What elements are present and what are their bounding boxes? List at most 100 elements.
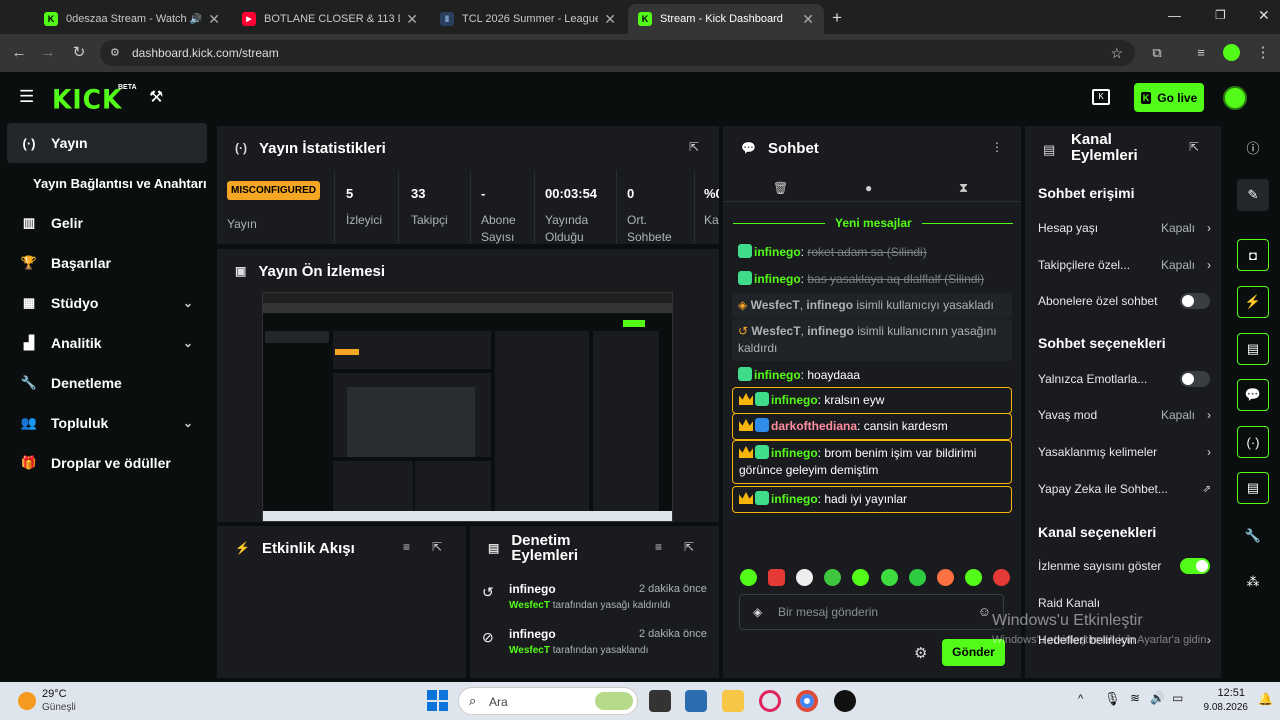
broadcast-icon[interactable]: (·) [1237, 426, 1269, 458]
go-live-button[interactable]: K Go live [1134, 83, 1204, 112]
speaker-icon[interactable]: 🔊 [190, 14, 202, 25]
browser-tab[interactable]: ǁ TCL 2026 Summer - Leaguepe ✕ [430, 4, 626, 34]
chat-message-highlighted[interactable]: infinego: hadi iyi yayınlar [732, 486, 1012, 513]
menu-kebab-icon[interactable]: ⋮ [1252, 42, 1274, 64]
weather-sun-icon[interactable] [18, 692, 36, 710]
hamburger-menu-icon[interactable]: ☰ [19, 87, 34, 107]
emote-icon[interactable] [852, 569, 870, 586]
taskbar-search[interactable]: ⌕ Ara [458, 687, 638, 715]
tools-hammer-icon[interactable]: ⚒ [149, 87, 163, 107]
emotes-only-row[interactable]: Yalnızca Emotlarla... [1038, 365, 1213, 393]
community-icon[interactable]: ⁂ [1237, 566, 1269, 598]
media-control-icon[interactable]: ≡ [1190, 42, 1212, 64]
subs-only-row[interactable]: Abonelere özel sohbet [1038, 287, 1213, 315]
close-tab-icon[interactable]: ✕ [802, 11, 814, 28]
sidebar-item-gelir[interactable]: ▥ Gelir [7, 203, 207, 243]
emote-icon[interactable] [964, 569, 982, 586]
extensions-icon[interactable]: ⧉ [1146, 42, 1168, 64]
banned-words-row[interactable]: Yasaklanmış kelimeler › [1038, 438, 1213, 466]
chrome-icon[interactable] [796, 690, 818, 712]
microphone-icon[interactable]: 🎙 [1104, 691, 1121, 707]
chat-message-highlighted[interactable]: infinego: kralsın eyw [732, 387, 1012, 414]
show-views-toggle[interactable] [1180, 558, 1210, 574]
emote-icon[interactable] [880, 569, 898, 586]
browser-tab[interactable]: K 0deszaa Stream - Watch Liv 🔊 ✕ [34, 4, 230, 34]
sidebar-item-topluluk[interactable]: 👥 Topluluk ⌄ [7, 403, 207, 443]
reload-icon[interactable]: ↻ [68, 42, 90, 64]
kick-logo[interactable]: KICK [52, 84, 122, 114]
wrench-icon[interactable]: 🔧 [1237, 520, 1269, 552]
url-field[interactable]: ⚙ dashboard.kick.com/stream ☆ [100, 40, 1135, 66]
file-explorer-icon[interactable] [722, 690, 744, 712]
show-views-row[interactable]: İzlenme sayısını göster [1038, 552, 1213, 580]
chat-bubble-icon[interactable]: 💬 [1237, 379, 1269, 411]
emote-icon[interactable] [936, 569, 954, 586]
emote-icon[interactable] [992, 569, 1010, 586]
edit-pencil-icon[interactable]: ✎ [1237, 179, 1269, 211]
close-tab-icon[interactable]: ✕ [604, 11, 616, 28]
user-avatar[interactable] [1223, 86, 1247, 110]
sidebar-item-droplar[interactable]: 🎁 Droplar ve ödüller [7, 443, 207, 483]
emotes-only-toggle[interactable] [1180, 371, 1210, 387]
chat-message[interactable]: infinego: roket adam sa (Silindi) [732, 240, 1012, 265]
more-options-icon[interactable]: ⋮ [991, 140, 1003, 154]
wifi-icon[interactable]: ≋ [1130, 691, 1140, 705]
sidebar-item-basarilar[interactable]: 🏆 Başarılar [7, 243, 207, 283]
chat-input[interactable]: ◈ Bir mesaj gönderin ☺ [739, 594, 1004, 630]
kick-mini-icon[interactable]: K [1092, 89, 1110, 105]
browser-tab-active[interactable]: K Stream - Kick Dashboard ✕ [628, 4, 824, 34]
close-window-icon[interactable]: ✕ [1258, 7, 1270, 24]
weather-temp[interactable]: 29°C [42, 688, 67, 700]
restore-icon[interactable]: ❐ [1215, 8, 1226, 22]
back-icon[interactable]: ← [8, 42, 30, 64]
lightning-icon[interactable]: ⚡ [1237, 286, 1269, 318]
task-view-icon[interactable] [649, 690, 671, 712]
popout-icon[interactable]: ⇱ [689, 140, 699, 154]
chat-message-highlighted[interactable]: infinego: brom benim işim var bildirimi … [732, 440, 1012, 484]
popout-icon[interactable]: ⇱ [684, 540, 694, 554]
document-icon[interactable]: ▤ [1237, 333, 1269, 365]
emote-icon[interactable] [768, 569, 786, 586]
ai-chat-row[interactable]: Yapay Zeka ile Sohbet... ⇗ [1038, 475, 1213, 503]
sidebar-item-analitik[interactable]: ▟ Analitik ⌄ [7, 323, 207, 363]
profile-avatar-icon[interactable] [1223, 44, 1240, 61]
emoji-icon[interactable]: ☺ [978, 604, 991, 619]
account-age-row[interactable]: Hesap yaşı Kapalı › [1038, 214, 1213, 242]
hourglass-icon[interactable]: ⧗ [959, 180, 968, 196]
notification-bell-icon[interactable]: 🔔 [1258, 692, 1273, 706]
popout-icon[interactable]: ⇱ [1189, 140, 1199, 154]
tray-chevron-icon[interactable]: ^ [1078, 693, 1083, 705]
chat-message-highlighted[interactable]: darkofthediana: cansin kardesm [732, 413, 1012, 440]
preview-video[interactable] [262, 292, 673, 522]
emote-icon[interactable] [796, 569, 814, 586]
slow-mode-row[interactable]: Yavaş mod Kapalı › [1038, 401, 1213, 429]
site-info-icon[interactable]: ⚙ [110, 40, 120, 66]
emote-icon[interactable] [908, 569, 926, 586]
close-tab-icon[interactable]: ✕ [208, 11, 220, 28]
new-tab-icon[interactable]: + [832, 8, 842, 28]
popout-icon[interactable]: ⇱ [432, 540, 442, 554]
windows-start-icon[interactable] [427, 690, 448, 711]
volume-icon[interactable]: 🔊 [1150, 691, 1165, 705]
emote-icon[interactable] [824, 569, 842, 586]
trash-icon[interactable]: 🗑 [773, 181, 788, 195]
filter-icon[interactable]: ≡ [403, 540, 410, 554]
close-tab-icon[interactable]: ✕ [406, 11, 418, 28]
steam-icon[interactable] [834, 690, 856, 712]
battery-icon[interactable]: ▭ [1172, 691, 1183, 705]
sidebar-item-yayin[interactable]: (·) Yayın [7, 123, 207, 163]
clock-date[interactable]: 9.08.2026 [1198, 702, 1249, 713]
camera-icon[interactable]: ◘ [1237, 239, 1269, 271]
chat-message[interactable]: infinego: bas yasaklaya aq dlalflalf (Si… [732, 267, 1012, 292]
actions-icon[interactable]: ▤ [1237, 472, 1269, 504]
chat-bubble-icon[interactable]: ● [865, 181, 872, 195]
store-icon[interactable] [685, 690, 707, 712]
sidebar-item-studyo[interactable]: ▦ Stüdyo ⌄ [7, 283, 207, 323]
followers-only-row[interactable]: Takipçilere özel... Kapalı › [1038, 251, 1213, 279]
filter-icon[interactable]: ≡ [655, 540, 662, 554]
emote-icon[interactable] [740, 569, 757, 586]
mod-entry-user[interactable]: infinego [509, 627, 556, 641]
forward-icon[interactable]: → [37, 42, 59, 64]
info-icon[interactable]: ⓘ [1237, 131, 1269, 163]
sidebar-item-stream-key[interactable]: Yayın Bağlantısı ve Anahtarı [33, 163, 213, 203]
